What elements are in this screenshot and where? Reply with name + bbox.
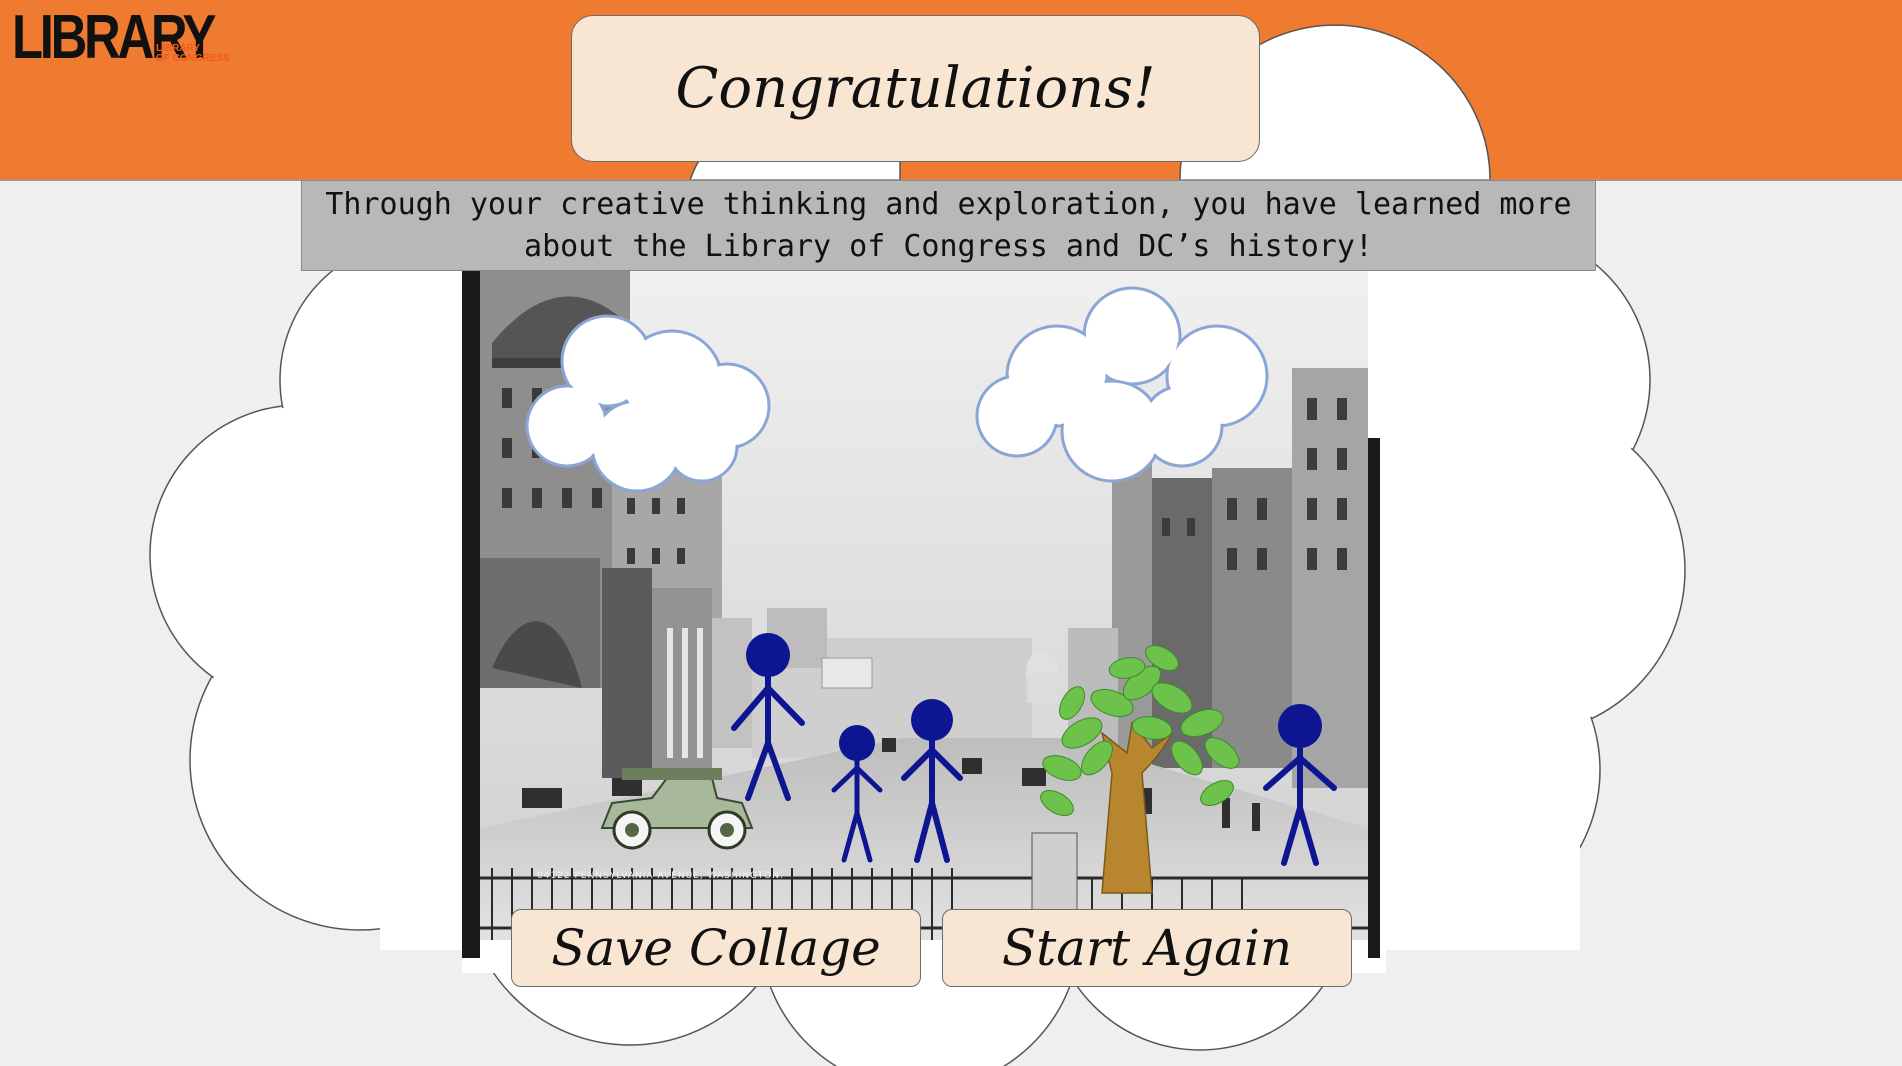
collage-canvas: 04122 PENNSYLVANIA AVENUE, WASHINGTON. [462, 268, 1386, 973]
start-again-button[interactable]: Start Again [942, 909, 1352, 987]
logo-subtitle-line2: OF CONGRESS [156, 53, 230, 64]
save-collage-button[interactable]: Save Collage [511, 909, 921, 987]
start-again-label: Start Again [1001, 919, 1293, 977]
page-title: Congratulations! [675, 56, 1156, 121]
save-collage-label: Save Collage [551, 919, 881, 977]
message-banner: Through your creative thinking and explo… [301, 180, 1596, 271]
logo-subtitle: LIBRARY OF CONGRESS [156, 44, 256, 64]
message-text: Through your creative thinking and explo… [325, 186, 1572, 264]
photo-caption: 04122 PENNSYLVANIA AVENUE, WASHINGTON. [537, 871, 784, 881]
title-box: Congratulations! [571, 15, 1260, 162]
